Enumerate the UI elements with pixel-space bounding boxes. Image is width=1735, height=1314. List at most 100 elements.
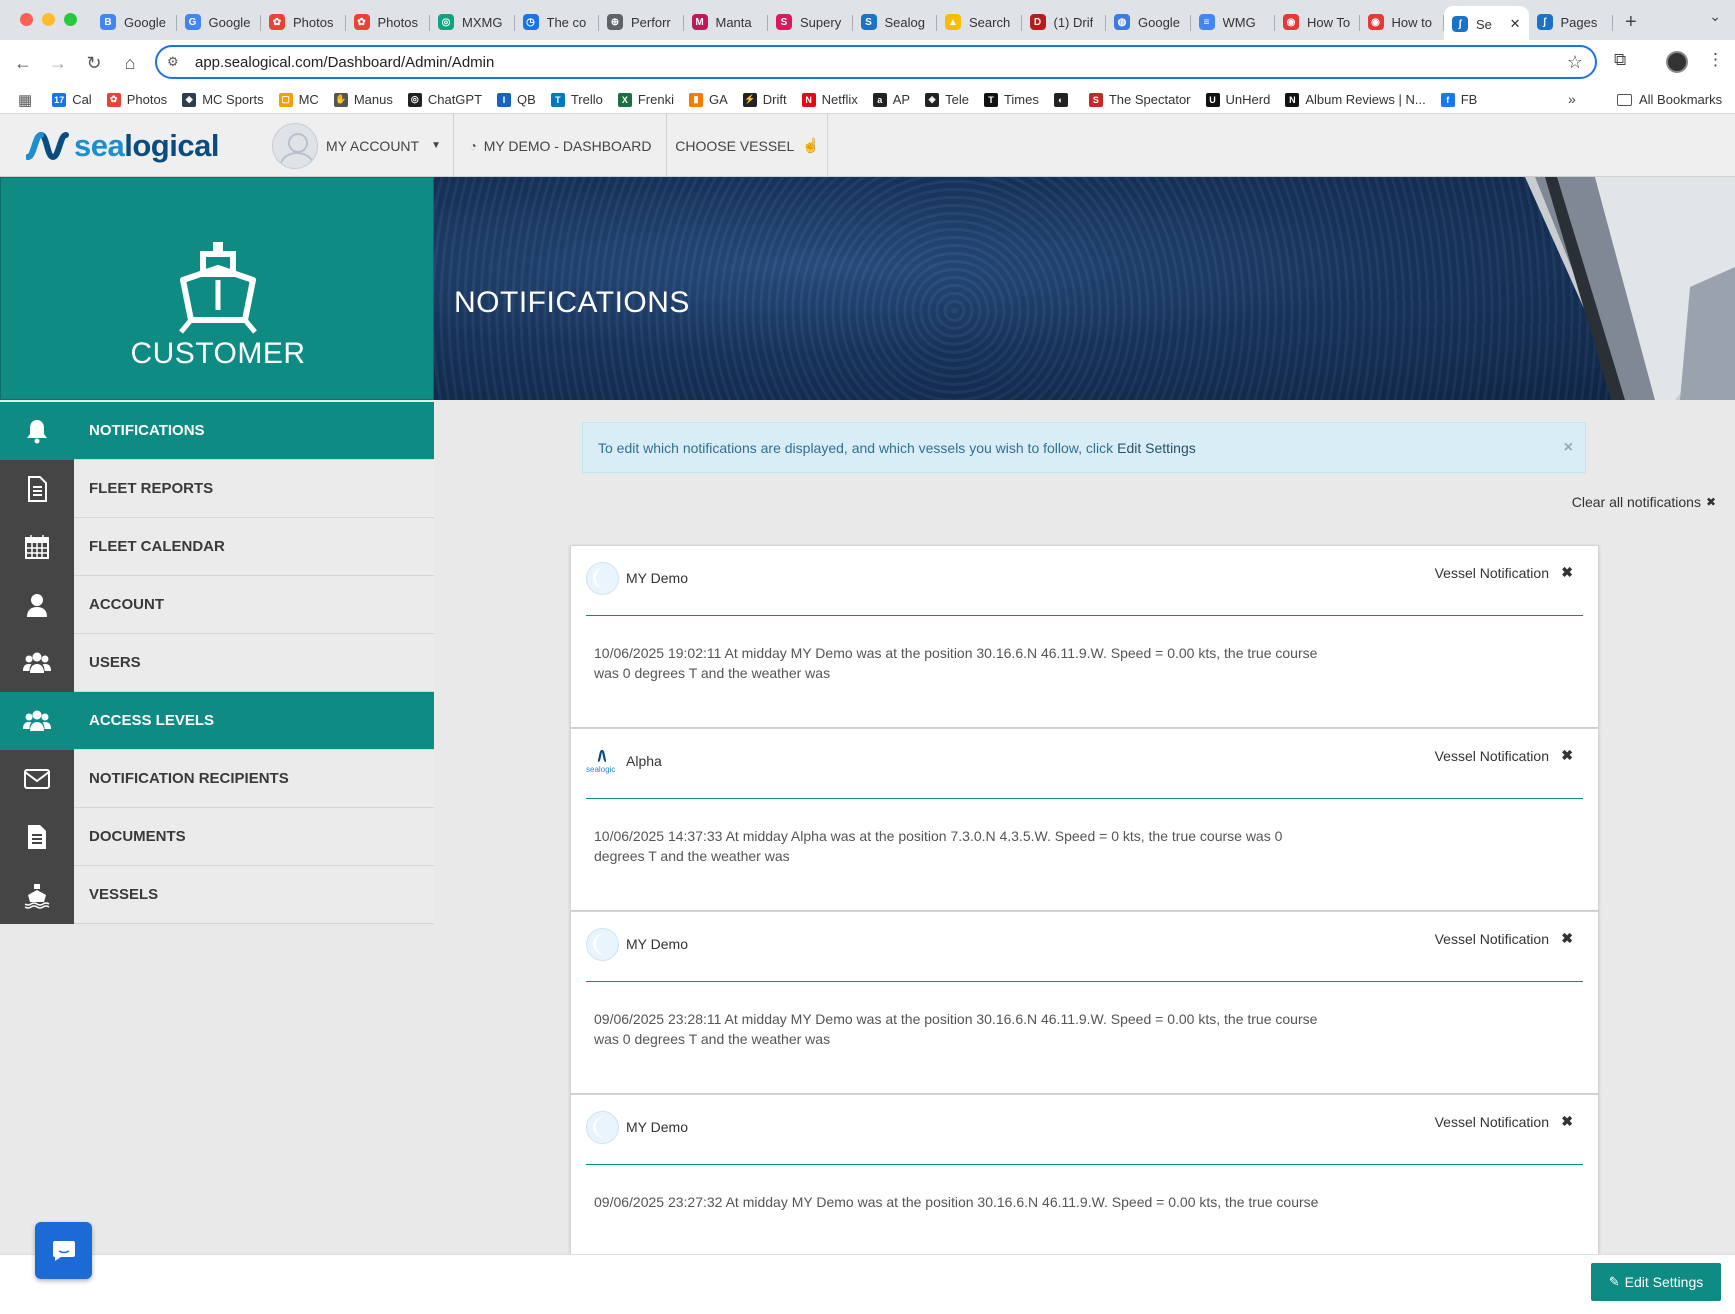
browser-tab[interactable]: M Manta xyxy=(684,6,769,38)
minimize-window-button[interactable] xyxy=(42,13,55,26)
bookmark-item[interactable]: X Frenki xyxy=(617,92,674,107)
edit-settings-link[interactable]: Edit Settings xyxy=(1117,440,1196,456)
dashboard-link[interactable]: ◔ MY DEMO - DASHBOARD xyxy=(455,114,667,177)
forward-arrow-icon[interactable]: → xyxy=(45,50,71,76)
bookmark-item[interactable]: ◎ ChatGPT xyxy=(407,92,482,107)
bookmark-star-icon[interactable]: ☆ xyxy=(1567,52,1583,73)
bookmark-label: The Spectator xyxy=(1108,92,1191,107)
bottom-bar xyxy=(0,1254,1735,1314)
bookmark-item[interactable]: I QB xyxy=(497,92,536,107)
clear-all-notifications-button[interactable]: Clear all notifications ✖ xyxy=(1572,494,1716,510)
bookmark-item[interactable]: T Times xyxy=(983,92,1039,107)
bookmark-item[interactable]: N Netflix xyxy=(801,92,858,107)
sidebar-item-users[interactable]: USERS xyxy=(0,633,434,692)
tab-label: WMG xyxy=(1222,14,1256,30)
dismiss-notification-icon[interactable]: ✖ xyxy=(1561,747,1573,764)
address-bar[interactable]: ⚙ ☆ xyxy=(155,45,1597,79)
sidebar-item-account[interactable]: ACCOUNT xyxy=(0,575,434,634)
bookmark-item[interactable]: S The Spectator xyxy=(1088,92,1191,107)
tab-favicon-icon: ≡ xyxy=(1198,14,1215,30)
sealogical-logo[interactable]: sealogical xyxy=(26,128,219,164)
browser-tab[interactable]: ✿ Photos xyxy=(261,6,346,38)
reload-icon[interactable]: ↻ xyxy=(81,50,107,76)
more-bookmarks-icon[interactable]: » xyxy=(1568,91,1576,107)
browser-tab[interactable]: ▲ Search xyxy=(937,6,1022,38)
sidebar-item-label: NOTIFICATIONS xyxy=(89,422,205,439)
close-icon[interactable]: × xyxy=(1564,439,1573,457)
vessel-name: Alpha xyxy=(626,753,662,769)
browser-tab[interactable]: ⊕ Perforr xyxy=(599,6,684,38)
browser-tab[interactable]: ◷ The co xyxy=(515,6,600,38)
sidebar-item-fleet-calendar[interactable]: FLEET CALENDAR xyxy=(0,517,434,576)
home-icon[interactable]: ⌂ xyxy=(117,50,143,76)
sidebar-item-vessels[interactable]: VESSELS xyxy=(0,865,434,924)
browser-tab[interactable]: ◎ MXMG xyxy=(430,6,515,38)
bookmark-item[interactable]: ◐ xyxy=(1053,92,1074,107)
browser-tab[interactable]: D (1) Drif xyxy=(1022,6,1107,38)
choose-vessel-button[interactable]: CHOOSE VESSEL ☝ xyxy=(668,114,828,177)
bookmark-item[interactable]: f FB xyxy=(1440,92,1477,107)
globe-icon xyxy=(586,1111,619,1144)
apps-grid-icon[interactable]: ▦ xyxy=(18,91,32,109)
sidebar-item-fleet-reports[interactable]: FLEET REPORTS xyxy=(0,459,434,518)
bookmark-label: Frenki xyxy=(637,92,674,107)
bookmark-favicon-icon: N xyxy=(801,92,816,107)
bookmark-label: Drift xyxy=(762,92,787,107)
browser-tab[interactable]: S Sealog xyxy=(853,6,938,38)
sidebar-item-notification-recipients[interactable]: NOTIFICATION RECIPIENTS xyxy=(0,749,434,808)
bookmark-item[interactable]: ◆ MC Sports xyxy=(182,92,264,107)
dismiss-notification-icon[interactable]: ✖ xyxy=(1561,1113,1573,1130)
dismiss-notification-icon[interactable]: ✖ xyxy=(1561,930,1573,947)
browser-tab-active[interactable]: ʃ Se ✕ xyxy=(1444,6,1529,42)
profile-avatar[interactable] xyxy=(1666,51,1688,73)
browser-tab[interactable]: ◉ How to xyxy=(1360,6,1445,38)
bookmark-item[interactable]: a AP xyxy=(872,92,910,107)
bookmark-favicon-icon: ⚡ xyxy=(742,92,757,107)
bookmark-item[interactable]: T Trello xyxy=(550,92,603,107)
browser-tab[interactable]: ✿ Photos xyxy=(346,6,431,38)
sidebar-item-notifications[interactable]: NOTIFICATIONS xyxy=(0,401,434,460)
bookmark-favicon-icon: ◈ xyxy=(925,92,940,107)
bookmark-favicon-icon: f xyxy=(1440,92,1455,107)
close-window-button[interactable] xyxy=(20,13,33,26)
tab-label: Search xyxy=(969,14,1011,30)
site-info-icon[interactable]: ⚙ xyxy=(167,54,183,70)
dismiss-notification-icon[interactable]: ✖ xyxy=(1561,564,1573,581)
browser-tab[interactable]: ◉ How To xyxy=(1275,6,1360,38)
bookmark-item[interactable]: ✿ Photos xyxy=(106,92,167,107)
bookmark-item[interactable]: N Album Reviews | N... xyxy=(1285,92,1426,107)
url-input[interactable] xyxy=(195,53,1495,71)
tab-search-chevron-icon[interactable]: ⌄ xyxy=(1709,8,1721,25)
chat-launcher-button[interactable] xyxy=(35,1222,92,1279)
browser-menu-icon[interactable]: ⋮ xyxy=(1707,50,1724,70)
extensions-icon[interactable]: ⧉ xyxy=(1614,50,1626,70)
sidebar-item-documents[interactable]: DOCUMENTS xyxy=(0,807,434,866)
new-tab-button[interactable]: + xyxy=(1625,11,1637,34)
edit-settings-button[interactable]: ✎ Edit Settings xyxy=(1591,1263,1721,1301)
browser-tab[interactable]: ◍ Google xyxy=(1106,6,1191,38)
all-bookmarks-button[interactable]: All Bookmarks xyxy=(1617,92,1722,107)
tab-label: Sealog xyxy=(884,14,925,30)
browser-tab[interactable]: ʃ Pages xyxy=(1529,6,1614,38)
my-account-menu[interactable]: MY ACCOUNT ▼ xyxy=(272,114,454,177)
sidebar-item-access-levels[interactable]: ACCESS LEVELS xyxy=(0,691,443,750)
bookmark-item[interactable]: ✋ Manus xyxy=(333,92,393,107)
bookmark-item[interactable]: U UnHerd xyxy=(1205,92,1270,107)
browser-tab[interactable]: ≡ WMG xyxy=(1191,6,1276,38)
bookmark-item[interactable]: ▮ GA xyxy=(688,92,728,107)
bookmark-favicon-icon: 17 xyxy=(52,92,67,107)
bookmark-item[interactable]: 17 Cal xyxy=(52,92,92,107)
app-header: sealogical MY ACCOUNT ▼ ◔ MY DEMO - DASH… xyxy=(0,114,1735,177)
tab-favicon-icon: S xyxy=(776,14,792,30)
bookmark-item[interactable]: ▢ MC xyxy=(278,92,319,107)
bookmark-item[interactable]: ⚡ Drift xyxy=(742,92,787,107)
browser-tab[interactable]: B Google xyxy=(92,6,177,38)
back-arrow-icon[interactable]: ← xyxy=(10,50,36,76)
bookmark-item[interactable]: ◈ Tele xyxy=(925,92,969,107)
maximize-window-button[interactable] xyxy=(64,13,77,26)
notification-card: MY Demo Vessel Notification ✖ 10/06/2025 19… xyxy=(570,545,1599,728)
tab-label: Pages xyxy=(1560,14,1598,30)
browser-tab[interactable]: G Google xyxy=(177,6,262,38)
close-tab-icon[interactable]: ✕ xyxy=(1510,16,1521,32)
browser-tab[interactable]: S Supery xyxy=(768,6,853,38)
